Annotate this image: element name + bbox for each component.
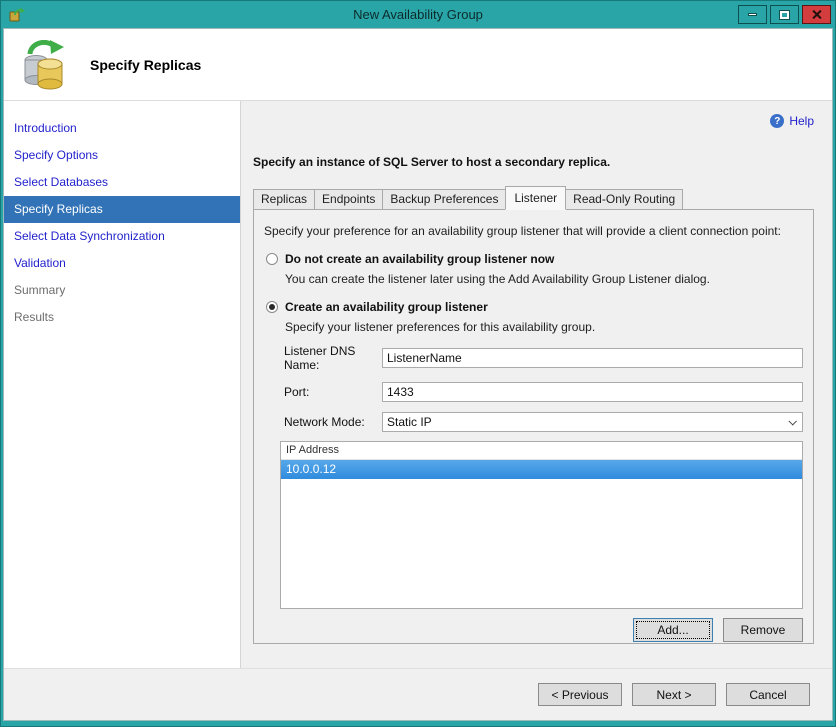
radio-no-listener[interactable]: Do not create an availability group list… bbox=[266, 252, 803, 266]
maximize-icon bbox=[779, 9, 790, 20]
sidebar-item-select-data-synchronization[interactable]: Select Data Synchronization bbox=[4, 223, 240, 250]
listener-preference-text: Specify your preference for an availabil… bbox=[264, 224, 781, 238]
network-mode-label: Network Mode: bbox=[284, 415, 365, 429]
network-mode-value: Static IP bbox=[387, 415, 432, 429]
title-bar[interactable]: New Availability Group bbox=[3, 1, 833, 28]
sidebar-item-specify-options[interactable]: Specify Options bbox=[4, 142, 240, 169]
chevron-down-icon bbox=[788, 417, 797, 426]
cancel-button[interactable]: Cancel bbox=[726, 683, 810, 706]
add-button[interactable]: Add... bbox=[633, 618, 713, 642]
dialog-window: New Availability Group Specify Replicas bbox=[0, 0, 836, 727]
wizard-steps-sidebar: Introduction Specify Options Select Data… bbox=[4, 101, 241, 668]
dns-name-input[interactable] bbox=[382, 348, 803, 368]
radio-create-listener-description: Specify your listener preferences for th… bbox=[285, 320, 596, 334]
close-icon bbox=[811, 9, 822, 20]
tab-read-only-routing[interactable]: Read-Only Routing bbox=[565, 189, 684, 210]
sidebar-item-validation[interactable]: Validation bbox=[4, 250, 240, 277]
previous-button[interactable]: < Previous bbox=[538, 683, 622, 706]
wizard-header: Specify Replicas bbox=[4, 29, 832, 101]
sidebar-item-summary: Summary bbox=[14, 283, 66, 297]
page-instruction: Specify an instance of SQL Server to hos… bbox=[253, 155, 611, 169]
radio-create-listener-label: Create an availability group listener bbox=[285, 300, 488, 314]
listener-tab-panel: Specify your preference for an availabil… bbox=[253, 209, 814, 644]
radio-no-listener-icon[interactable] bbox=[266, 253, 278, 265]
close-button[interactable] bbox=[802, 5, 831, 24]
maximize-button[interactable] bbox=[770, 5, 799, 24]
dns-name-label: Listener DNS Name: bbox=[284, 344, 356, 372]
replica-tabs: Replicas Endpoints Backup Preferences Li… bbox=[253, 186, 814, 210]
ip-address-row[interactable]: 10.0.0.12 bbox=[281, 460, 802, 479]
radio-create-listener-icon[interactable] bbox=[266, 301, 278, 313]
help-link[interactable]: Help bbox=[789, 114, 814, 128]
radio-no-listener-description: You can create the listener later using … bbox=[285, 272, 710, 286]
port-label: Port: bbox=[284, 385, 310, 399]
radio-no-listener-label: Do not create an availability group list… bbox=[285, 252, 555, 266]
network-mode-dropdown[interactable]: Static IP bbox=[382, 412, 803, 432]
tab-endpoints[interactable]: Endpoints bbox=[314, 189, 384, 210]
port-input[interactable] bbox=[382, 382, 803, 402]
ip-address-list[interactable]: IP Address 10.0.0.12 bbox=[280, 441, 803, 609]
sidebar-item-specify-replicas[interactable]: Specify Replicas bbox=[4, 196, 240, 223]
sidebar-item-introduction[interactable]: Introduction bbox=[4, 115, 240, 142]
sidebar-item-select-databases[interactable]: Select Databases bbox=[4, 169, 240, 196]
radio-create-listener[interactable]: Create an availability group listener bbox=[266, 300, 803, 314]
tab-listener[interactable]: Listener bbox=[505, 186, 567, 210]
wizard-footer: < Previous Next > Cancel bbox=[4, 668, 832, 720]
ip-address-column-header: IP Address bbox=[281, 442, 802, 460]
tab-replicas[interactable]: Replicas bbox=[253, 189, 316, 210]
remove-button[interactable]: Remove bbox=[723, 618, 803, 642]
next-button[interactable]: Next > bbox=[632, 683, 716, 706]
window-title: New Availability Group bbox=[353, 7, 483, 22]
page-title: Specify Replicas bbox=[90, 56, 202, 73]
help-icon: ? bbox=[770, 114, 785, 128]
tab-backup-preferences[interactable]: Backup Preferences bbox=[382, 189, 507, 210]
availability-group-icon bbox=[24, 39, 64, 89]
wizard-page-content: ? Help Specify an instance of SQL Server… bbox=[241, 101, 832, 668]
sidebar-item-results: Results bbox=[14, 310, 55, 324]
minimize-icon bbox=[748, 13, 757, 16]
minimize-button[interactable] bbox=[738, 5, 767, 24]
